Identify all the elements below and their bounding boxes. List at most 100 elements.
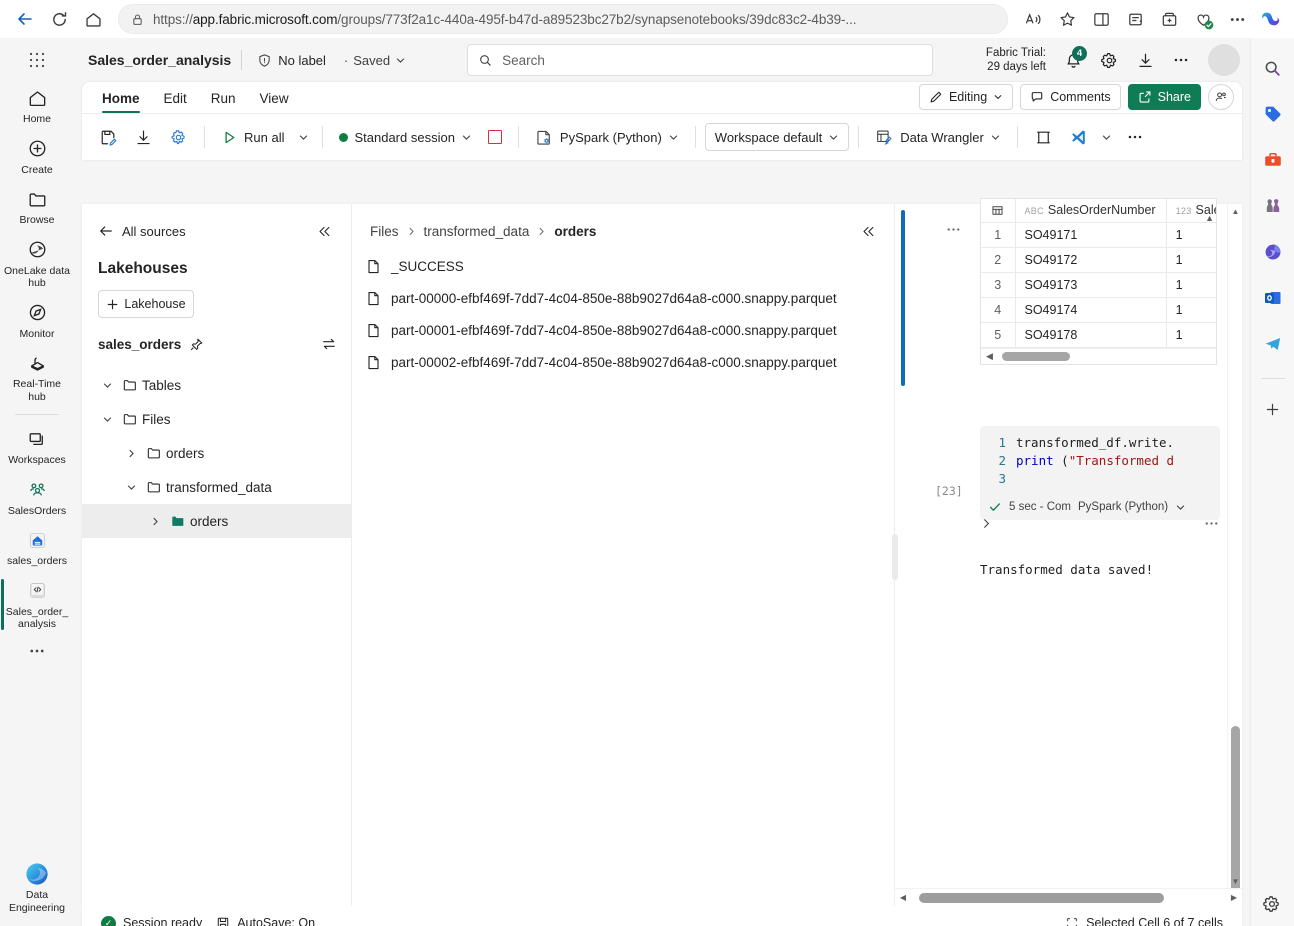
scroll-left-icon[interactable]: ◀ [983,351,996,362]
chevron-down-icon[interactable] [96,380,118,391]
tree-node-transformed-data[interactable]: transformed_data [82,470,351,504]
collections-icon[interactable] [1118,4,1152,34]
pane-resize-handle[interactable] [892,534,898,580]
sidebar-item-browse[interactable]: Browse [1,181,73,232]
grid-scroll-thumb[interactable] [1001,351,1070,361]
scroll-down-icon[interactable]: ▼ [1228,874,1243,888]
tab-view[interactable]: View [248,91,301,113]
table-row[interactable]: 4 SO49174 1 [981,297,1216,323]
browser-home-button[interactable] [76,4,110,34]
table-row[interactable]: 5 SO49178 1 [981,322,1216,348]
saved-status-button[interactable]: · Saved [339,49,411,72]
add-sidebar-app-icon[interactable] [1257,393,1289,425]
list-item[interactable]: part-00001-efbf469f-7dd7-4c04-850e-88b90… [352,314,895,346]
sensitivity-label-button[interactable]: No label [252,49,331,72]
share-button[interactable]: Share [1127,84,1201,110]
list-item[interactable]: part-00000-efbf469f-7dd7-4c04-850e-88b90… [352,282,895,314]
scroll-right-icon[interactable]: ▶ [1226,893,1242,902]
manage-permissions-button[interactable] [1208,84,1234,110]
pin-icon[interactable] [189,337,204,352]
editing-mode-button[interactable]: Editing [918,84,1014,110]
run-all-chevron-icon[interactable] [293,123,313,151]
favorite-star-icon[interactable] [1050,4,1084,34]
tree-node-tables[interactable]: Tables [82,368,351,402]
scroll-up-icon[interactable]: ▲ [1228,204,1243,218]
address-bar[interactable]: https://app.fabric.microsoft.com/groups/… [118,4,1008,34]
column-header-salesordernumber[interactable]: ABC SalesOrderNumber [1015,199,1167,223]
notebook-horizontal-scrollbar[interactable]: ◀ ▶ [895,888,1242,906]
sidebar-item-create[interactable]: Create [1,131,73,182]
copilot-icon[interactable] [1256,4,1286,34]
breadcrumb-item-orders[interactable]: orders [550,222,600,241]
code-editor[interactable]: 1 transformed_df.write. 2 print ("Transf… [980,426,1220,494]
environment-selector-button[interactable]: Workspace default [704,123,850,151]
table-row[interactable]: 1 SO49171 1 [981,222,1216,248]
session-status-button[interactable]: Standard session [332,122,478,152]
header-more-button[interactable] [1164,43,1198,77]
list-item[interactable]: part-00002-efbf469f-7dd7-4c04-850e-88b90… [352,346,895,378]
notebook-vertical-scrollbar[interactable]: ▲ ▼ [1227,204,1243,918]
switch-lakehouse-icon[interactable] [321,336,337,352]
tab-home[interactable]: Home [90,91,152,113]
settings-button[interactable] [1092,43,1126,77]
code-cell[interactable]: 1 transformed_df.write. 2 print ("Transf… [980,426,1220,520]
grid-scroll-up-icon[interactable]: ▲ [1205,213,1214,223]
horizontal-scroll-track[interactable] [911,892,1226,903]
grid-horizontal-scrollbar[interactable]: ◀ [981,347,1216,364]
tools-icon[interactable] [1257,144,1289,176]
chevron-down-icon[interactable] [96,414,118,425]
add-lakehouse-button[interactable]: Lakehouse [98,290,194,318]
sidebar-item-sales-orders-lakehouse[interactable]: sales_orders [1,522,73,573]
layout-button[interactable] [1027,122,1060,152]
horizontal-scroll-thumb[interactable] [919,892,1164,903]
microsoft-365-icon[interactable] [1257,236,1289,268]
scroll-left-icon[interactable]: ◀ [895,893,911,902]
breadcrumb-item-files[interactable]: Files [366,222,403,241]
chevron-down-icon[interactable] [120,482,142,493]
data-wrangler-button[interactable]: Data Wrangler [868,122,1008,152]
sidebar-item-monitor[interactable]: Monitor [1,295,73,346]
tree-node-files[interactable]: Files [82,402,351,436]
notebook-settings-button[interactable] [162,122,195,152]
games-icon[interactable] [1257,190,1289,222]
sidebar-item-real-time-hub[interactable]: Real-Time hub [1,345,73,408]
read-aloud-icon[interactable] [1016,4,1050,34]
outlook-icon[interactable] [1257,282,1289,314]
avatar[interactable] [1208,44,1240,76]
downloads-button[interactable] [1128,43,1162,77]
browser-essentials-icon[interactable] [1186,4,1220,34]
selected-cells-status[interactable]: Selected Cell 6 of 7 cells [1058,912,1230,926]
tab-run[interactable]: Run [199,91,248,113]
telegram-icon[interactable] [1257,328,1289,360]
tree-node-orders[interactable]: orders [82,436,351,470]
browser-back-button[interactable] [8,4,42,34]
export-button[interactable] [127,122,160,152]
ribbon-more-button[interactable] [1119,122,1151,152]
tree-node-transformed-orders[interactable]: orders [82,504,351,538]
session-ready-status[interactable]: ✓ Session ready [94,912,209,926]
browser-more-icon[interactable] [1220,4,1254,34]
breadcrumb-item-transformed-data[interactable]: transformed_data [420,222,534,241]
all-sources-back-button[interactable]: All sources [94,219,190,243]
grid-scroll-track[interactable] [996,351,1214,361]
tab-edit[interactable]: Edit [152,91,199,113]
collapse-explorer-button[interactable] [311,218,337,244]
language-selector-button[interactable]: PySpark (Python) [528,122,686,152]
sidebar-item-salesorders-workspace[interactable]: SalesOrders [1,472,73,523]
app-launcher-waffle-icon[interactable] [17,42,57,78]
autosave-status[interactable]: AutoSave: On [209,912,322,926]
shopping-tag-icon[interactable] [1257,98,1289,130]
run-all-button[interactable]: Run all [214,122,291,152]
notifications-button[interactable]: 4 [1056,43,1090,77]
collapse-file-pane-button[interactable] [855,218,881,244]
sidebar-item-onelake-data-hub[interactable]: OneLake data hub [1,232,73,295]
output-more-actions-icon[interactable] [1203,515,1220,532]
chevron-right-icon[interactable] [144,516,166,527]
add-to-collections-icon[interactable] [1152,4,1186,34]
search-icon[interactable] [1257,52,1289,84]
edge-settings-gear-icon[interactable] [1258,890,1286,918]
sidebar-item-data-engineering[interactable]: Data Engineering [1,856,73,926]
vscode-chevron-icon[interactable] [1097,123,1117,151]
table-row[interactable]: 2 SO49172 1 [981,247,1216,273]
sidebar-item-home[interactable]: Home [1,80,73,131]
